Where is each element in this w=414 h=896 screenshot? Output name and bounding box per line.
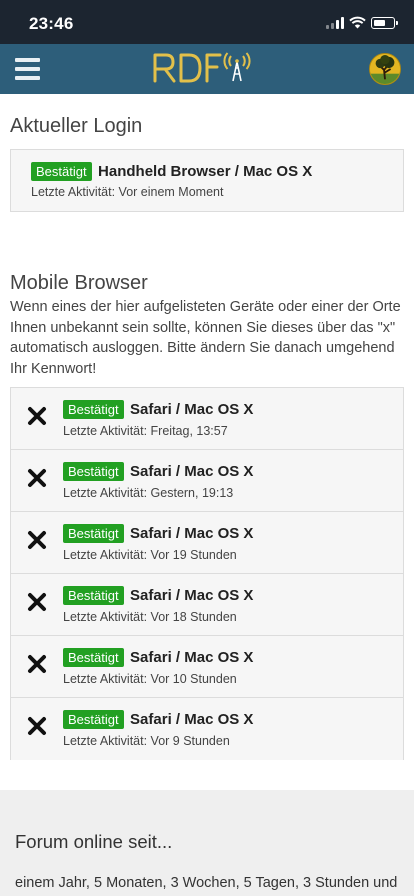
close-icon[interactable] <box>26 405 48 427</box>
device-row: Bestätigt Safari / Mac OS X Letzte Aktiv… <box>11 636 403 698</box>
last-activity: Letzte Aktivität: Gestern, 19:13 <box>63 486 234 500</box>
close-icon[interactable] <box>26 591 48 613</box>
status-badge: Bestätigt <box>63 524 124 543</box>
close-icon[interactable] <box>26 467 48 489</box>
current-login-title: Aktueller Login <box>10 115 143 137</box>
last-activity: Letzte Aktivität: Vor 18 Stunden <box>63 610 237 624</box>
device-name: Safari / Mac OS X <box>130 401 254 418</box>
user-avatar[interactable] <box>369 53 401 85</box>
status-bar: 23:46 <box>0 0 414 44</box>
rdf-logo[interactable] <box>151 50 251 86</box>
device-name: Handheld Browser / Mac OS X <box>98 163 313 180</box>
device-list: Bestätigt Safari / Mac OS X Letzte Aktiv… <box>10 387 404 760</box>
status-badge: Bestätigt <box>31 162 92 181</box>
last-activity: Letzte Aktivität: Vor 10 Stunden <box>63 672 237 686</box>
status-badge: Bestätigt <box>63 400 124 419</box>
last-activity: Letzte Aktivität: Freitag, 13:57 <box>63 424 228 438</box>
status-badge: Bestätigt <box>63 648 124 667</box>
current-login-card: Bestätigt Handheld Browser / Mac OS X Le… <box>10 149 404 212</box>
hamburger-icon[interactable] <box>15 58 40 80</box>
last-activity: Letzte Aktivität: Vor 9 Stunden <box>63 734 230 748</box>
close-icon[interactable] <box>26 529 48 551</box>
status-badge: Bestätigt <box>63 710 124 729</box>
last-activity: Letzte Aktivität: Vor 19 Stunden <box>63 548 237 562</box>
status-badge: Bestätigt <box>63 586 124 605</box>
close-icon[interactable] <box>26 653 48 675</box>
device-name: Safari / Mac OS X <box>130 649 254 666</box>
footer-online-since: Forum online seit... einem Jahr, 5 Monat… <box>0 790 414 896</box>
last-activity: Letzte Aktivität: Vor einem Moment <box>31 185 224 199</box>
device-name: Safari / Mac OS X <box>130 711 254 728</box>
wifi-icon <box>349 16 366 29</box>
battery-icon <box>371 17 398 29</box>
device-name: Safari / Mac OS X <box>130 587 254 604</box>
device-name: Safari / Mac OS X <box>130 463 254 480</box>
device-name: Safari / Mac OS X <box>130 525 254 542</box>
top-navbar <box>0 44 414 94</box>
footer-title: Forum online seit... <box>15 831 173 852</box>
device-row: Bestätigt Safari / Mac OS X Letzte Aktiv… <box>11 698 403 760</box>
device-row: Bestätigt Safari / Mac OS X Letzte Aktiv… <box>11 450 403 512</box>
status-time: 23:46 <box>29 14 74 33</box>
device-row: Bestätigt Safari / Mac OS X Letzte Aktiv… <box>11 512 403 574</box>
device-row: Bestätigt Safari / Mac OS X Letzte Aktiv… <box>11 574 403 636</box>
mobile-browser-description: Wenn eines der hier aufgelisteten Geräte… <box>10 299 401 377</box>
footer-text: einem Jahr, 5 Monaten, 3 Wochen, 5 Tagen… <box>15 875 398 891</box>
mobile-browser-title: Mobile Browser <box>10 272 148 294</box>
cellular-signal-icon <box>326 17 344 29</box>
device-row: Bestätigt Safari / Mac OS X Letzte Aktiv… <box>11 388 403 450</box>
status-badge: Bestätigt <box>63 462 124 481</box>
close-icon[interactable] <box>26 715 48 737</box>
